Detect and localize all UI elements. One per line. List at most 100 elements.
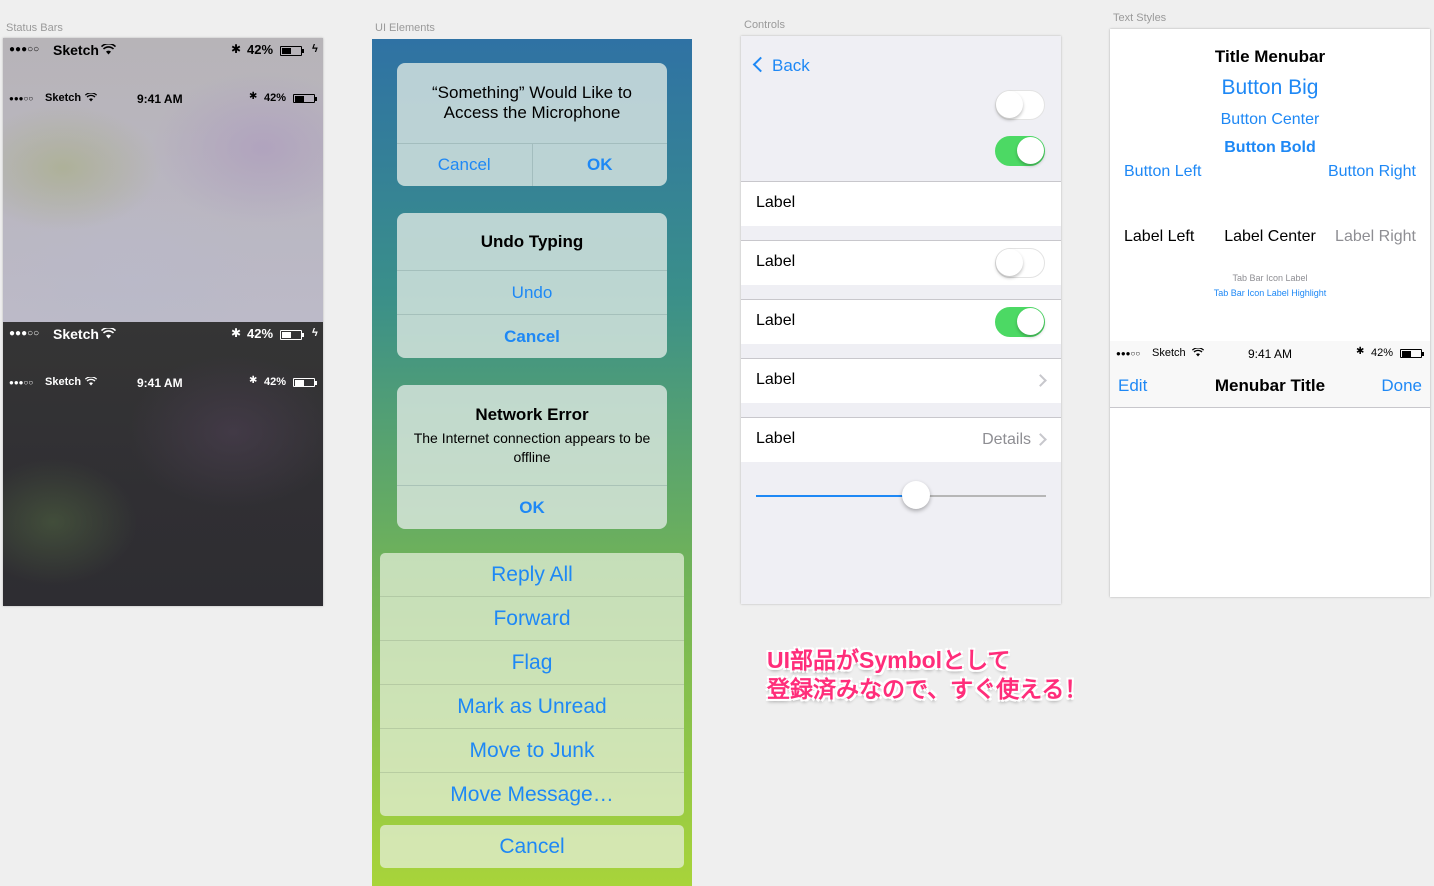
dark-background [3, 322, 323, 606]
artboard-label-ui-elements: UI Elements [375, 22, 435, 34]
button-right[interactable]: Button Right [1328, 163, 1416, 181]
status-bar-black-small[interactable]: ●●●○○ Sketch 9:41 AM ✱ 42% [3, 88, 323, 108]
status-bar-white-large[interactable]: ●●●○○ Sketch ✱ 42% ϟ [3, 324, 323, 344]
carrier-label: Sketch [45, 92, 82, 104]
switch-off[interactable] [995, 90, 1045, 120]
action-reply-all[interactable]: Reply All [380, 553, 684, 596]
status-bar-black-large[interactable]: ●●●○○ Sketch ✱ 42% ϟ [3, 40, 323, 60]
table-cell-basic[interactable]: Label [741, 181, 1061, 226]
slider[interactable] [756, 481, 1046, 509]
cell-detail: Details [982, 431, 1031, 448]
bluetooth-icon: ✱ [1356, 346, 1365, 357]
tab-bar-icon-label-highlight: Tab Bar Icon Label Highlight [1213, 288, 1327, 298]
charging-icon: ϟ [312, 43, 318, 55]
alert-microphone[interactable]: “Something” Would Like to Access the Mic… [397, 63, 667, 186]
ok-button[interactable]: OK [397, 485, 667, 529]
alert-title: Undo Typing [480, 232, 584, 251]
action-cancel-button[interactable]: Cancel [380, 825, 684, 868]
alert-title: Network Error [475, 405, 589, 424]
artboard-label-controls: Controls [744, 19, 785, 31]
battery-icon [280, 46, 304, 56]
artboard-label-status-bars: Status Bars [6, 22, 63, 34]
battery-percent: 42% [247, 326, 274, 341]
action-move-message[interactable]: Move Message… [380, 772, 684, 816]
switch-on[interactable] [995, 136, 1045, 166]
bluetooth-icon: ✱ [249, 375, 258, 386]
status-bars-artboard[interactable]: ●●●○○ Sketch ✱ 42% ϟ ●●●○○ Sketch 9:41 A… [3, 38, 323, 606]
switch-knob [996, 249, 1023, 276]
switch-knob [1017, 308, 1044, 335]
cancel-button[interactable]: Cancel [397, 144, 532, 186]
bluetooth-icon: ✱ [231, 42, 242, 56]
battery-percent: 42% [264, 92, 287, 104]
tab-bar-icon-label: Tab Bar Icon Label [1232, 273, 1308, 283]
annotation-line-2: 登録済みなので、すぐ使える！ [767, 676, 1088, 702]
ok-button[interactable]: OK [531, 144, 668, 186]
bluetooth-icon: ✱ [249, 91, 258, 102]
cell-label: Label [756, 194, 796, 211]
battery-icon [280, 330, 304, 340]
alert-header: “Something” Would Like to Access the Mic… [397, 63, 667, 143]
button-left[interactable]: Button Left [1124, 163, 1201, 181]
text-styles-artboard[interactable]: Title Menubar Button Big Button Center B… [1110, 29, 1430, 597]
chevron-right-icon [1034, 374, 1047, 387]
undo-button[interactable]: Undo [397, 270, 667, 314]
cell-switch-off[interactable] [995, 248, 1045, 278]
battery-percent: 42% [1371, 347, 1394, 359]
cell-label: Label [756, 371, 796, 388]
button-bold[interactable]: Button Bold [1110, 139, 1430, 157]
alert-undo-typing[interactable]: Undo Typing Undo Cancel [397, 213, 667, 358]
wifi-icon [85, 93, 97, 102]
slider-fill [756, 495, 916, 497]
action-move-to-junk[interactable]: Move to Junk [380, 728, 684, 772]
bluetooth-icon: ✱ [231, 326, 242, 340]
status-time: 9:41 AM [137, 92, 183, 106]
back-button[interactable]: Back [752, 56, 810, 76]
carrier-label: Sketch [45, 376, 82, 388]
table-cell-switch-off[interactable]: Label [741, 240, 1061, 285]
wifi-icon [101, 44, 116, 55]
signal-dots: ●●●○○ [9, 328, 40, 339]
signal-dots: ●●●○○ [9, 378, 34, 387]
navigation-bar[interactable]: ●●●○○ Sketch 9:41 AM ✱ 42% Edit Menubar … [1110, 341, 1430, 408]
back-label: Back [772, 56, 810, 75]
cell-label: Label [756, 312, 796, 329]
action-forward[interactable]: Forward [380, 596, 684, 640]
done-button[interactable]: Done [1381, 376, 1422, 396]
table-cell-disclosure[interactable]: Label [741, 358, 1061, 403]
slider-thumb[interactable] [901, 481, 930, 509]
charging-icon: ϟ [312, 327, 318, 339]
wifi-icon [85, 377, 97, 386]
status-bar-white-small[interactable]: ●●●○○ Sketch 9:41 AM ✱ 42% [3, 372, 323, 392]
battery-percent: 42% [247, 42, 274, 57]
button-big[interactable]: Button Big [1110, 76, 1430, 100]
alert-network-error[interactable]: Network Error The Internet connection ap… [397, 385, 667, 529]
battery-percent: 42% [264, 376, 287, 388]
alert-message: The Internet connection appears to be of… [413, 430, 651, 465]
action-flag[interactable]: Flag [380, 640, 684, 684]
action-mark-as-unread[interactable]: Mark as Unread [380, 684, 684, 728]
signal-dots: ●●●○○ [9, 94, 34, 103]
title-menubar-text: Title Menubar [1214, 47, 1326, 66]
button-center[interactable]: Button Center [1110, 111, 1430, 129]
carrier-label: Sketch [53, 326, 99, 342]
table-cell-detail[interactable]: Label Details [741, 417, 1061, 462]
wifi-icon [101, 328, 116, 339]
action-sheet-cancel[interactable]: Cancel [380, 825, 684, 868]
ui-elements-artboard[interactable]: “Something” Would Like to Access the Mic… [372, 39, 692, 886]
alert-header: Network Error The Internet connection ap… [397, 385, 667, 485]
table-cell-switch-on[interactable]: Label [741, 299, 1061, 344]
artboard-label-text-styles: Text Styles [1113, 12, 1167, 24]
alert-header: Undo Typing [397, 213, 667, 270]
alert-title: “Something” Would Like to Access the Mic… [431, 83, 632, 122]
switch-knob [996, 91, 1023, 118]
label-right: Label Right [1335, 228, 1416, 245]
action-sheet[interactable]: Reply All Forward Flag Mark as Unread Mo… [380, 553, 684, 816]
battery-icon [1400, 349, 1424, 358]
status-bar: ●●●○○ Sketch 9:41 AM ✱ 42% [1110, 343, 1430, 363]
light-background [3, 38, 323, 322]
status-time: 9:41 AM [137, 376, 183, 390]
cancel-button[interactable]: Cancel [397, 314, 667, 358]
cell-switch-on[interactable] [995, 307, 1045, 337]
controls-artboard[interactable]: Back Label Label Label Label Label Detai… [741, 36, 1061, 604]
